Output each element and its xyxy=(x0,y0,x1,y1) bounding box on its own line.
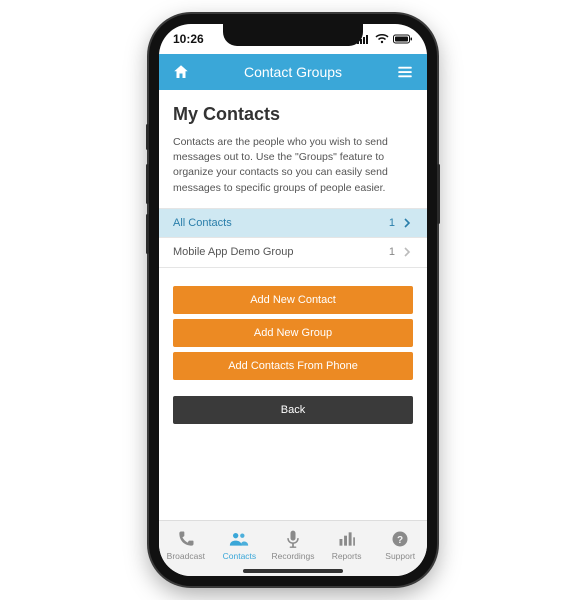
tab-label: Broadcast xyxy=(167,551,205,561)
tab-reports[interactable]: Reports xyxy=(320,529,374,561)
nav-title: Contact Groups xyxy=(191,64,395,80)
battery-icon xyxy=(393,34,413,44)
tab-label: Support xyxy=(385,551,415,561)
help-icon: ? xyxy=(390,529,410,549)
content: My Contacts Contacts are the people who … xyxy=(159,90,427,424)
tab-label: Reports xyxy=(332,551,362,561)
menu-icon[interactable] xyxy=(395,62,415,82)
side-button xyxy=(146,124,149,150)
notch xyxy=(223,24,363,46)
group-label: Mobile App Demo Group xyxy=(173,246,389,258)
people-icon xyxy=(229,529,249,549)
chevron-right-icon xyxy=(403,247,413,257)
tab-support[interactable]: ? Support xyxy=(373,529,427,561)
barchart-icon xyxy=(337,529,357,549)
primary-actions: Add New Contact Add New Group Add Contac… xyxy=(173,286,413,380)
page-title: My Contacts xyxy=(173,104,413,125)
home-icon[interactable] xyxy=(171,62,191,82)
back-button[interactable]: Back xyxy=(173,396,413,424)
wifi-icon xyxy=(375,34,389,44)
home-indicator xyxy=(243,569,343,573)
tab-recordings[interactable]: Recordings xyxy=(266,529,320,561)
tab-bar: Broadcast Contacts Recordings xyxy=(159,520,427,576)
group-count: 1 xyxy=(389,246,395,258)
group-count: 1 xyxy=(389,217,395,229)
page-description: Contacts are the people who you wish to … xyxy=(173,135,413,196)
group-list: All Contacts 1 Mobile App Demo Group 1 xyxy=(159,208,427,268)
tab-label: Recordings xyxy=(271,551,314,561)
phone-icon xyxy=(176,529,196,549)
tab-broadcast[interactable]: Broadcast xyxy=(159,529,213,561)
group-row-demo-group[interactable]: Mobile App Demo Group 1 xyxy=(159,238,427,268)
phone-frame: 10:26 Contact Grou xyxy=(149,14,437,586)
side-button xyxy=(146,164,149,204)
tab-label: Contacts xyxy=(223,551,257,561)
group-label: All Contacts xyxy=(173,217,389,229)
chevron-right-icon xyxy=(403,218,413,228)
side-button xyxy=(437,164,440,224)
svg-text:?: ? xyxy=(397,534,403,545)
nav-bar: Contact Groups xyxy=(159,54,427,90)
add-new-group-button[interactable]: Add New Group xyxy=(173,319,413,347)
screen: 10:26 Contact Grou xyxy=(159,24,427,576)
mic-icon xyxy=(283,529,303,549)
tab-contacts[interactable]: Contacts xyxy=(213,529,267,561)
add-contacts-from-phone-button[interactable]: Add Contacts From Phone xyxy=(173,352,413,380)
status-time: 10:26 xyxy=(173,32,204,46)
add-new-contact-button[interactable]: Add New Contact xyxy=(173,286,413,314)
side-button xyxy=(146,214,149,254)
group-row-all-contacts[interactable]: All Contacts 1 xyxy=(159,208,427,238)
